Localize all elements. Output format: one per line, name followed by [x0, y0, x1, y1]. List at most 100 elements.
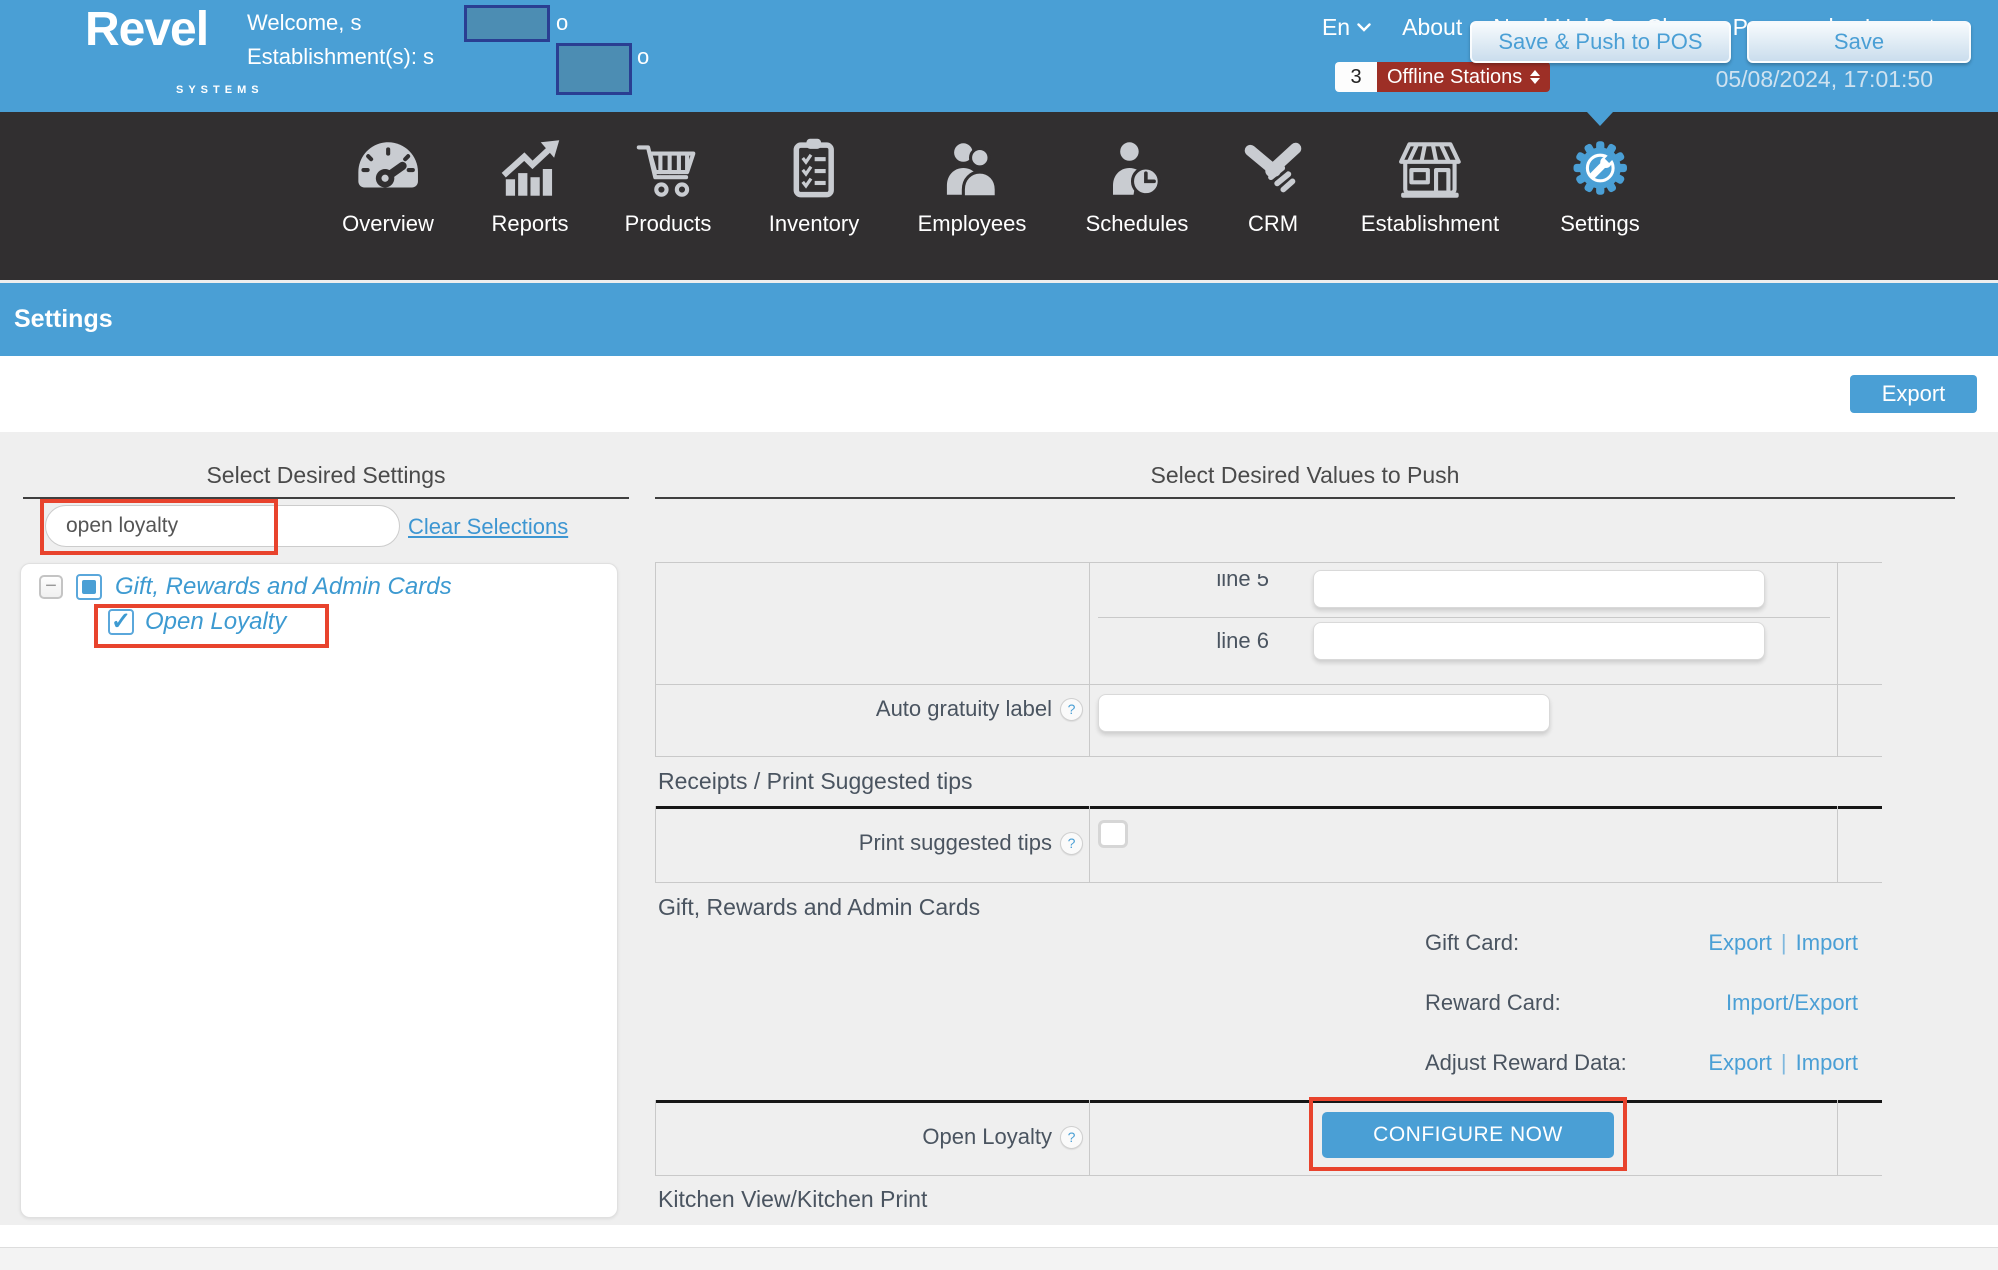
- nav-item-crm[interactable]: CRM: [1236, 128, 1310, 237]
- print-tips-checkbox[interactable]: [1098, 820, 1128, 848]
- save-push-pos-button[interactable]: Save & Push to POS: [1470, 21, 1731, 63]
- divider: [1837, 1100, 1838, 1175]
- tree-item-open-loyalty: ✓ Open Loyalty: [108, 608, 286, 636]
- line5-input[interactable]: [1313, 570, 1765, 608]
- nav-item-establishment[interactable]: Establishment: [1361, 128, 1499, 237]
- adjust-reward-row: Adjust Reward Data: Export | Import: [1425, 1048, 1858, 1078]
- language-dropdown[interactable]: En: [1322, 14, 1371, 41]
- gift-card-import-link[interactable]: Import: [1796, 930, 1858, 956]
- gift-section-header: Gift, Rewards and Admin Cards: [658, 894, 980, 921]
- kitchen-section-header: Kitchen View/Kitchen Print: [658, 1186, 927, 1213]
- divider: [655, 562, 1882, 563]
- help-icon[interactable]: ?: [1060, 1126, 1083, 1149]
- nav-item-overview[interactable]: Overview: [342, 128, 434, 237]
- storefront-icon: [1393, 128, 1467, 202]
- export-button[interactable]: Export: [1850, 375, 1977, 413]
- gift-card-row: Gift Card: Export | Import: [1425, 928, 1858, 958]
- left-panel-heading: Select Desired Settings: [23, 462, 629, 489]
- divider: [1089, 1100, 1090, 1175]
- divider: [1089, 806, 1090, 882]
- nav-item-label: Reports: [491, 211, 568, 237]
- people-icon: [935, 128, 1009, 202]
- adjust-reward-import-link[interactable]: Import: [1796, 1050, 1858, 1076]
- gift-card-label: Gift Card:: [1425, 930, 1519, 956]
- divider: [655, 756, 1882, 757]
- divider: [1098, 617, 1830, 618]
- clear-selections-link[interactable]: Clear Selections: [408, 514, 568, 540]
- section-divider: [655, 1100, 1882, 1103]
- save-button[interactable]: Save: [1747, 21, 1971, 63]
- bottom-strip: [0, 1247, 1998, 1270]
- open-loyalty-label-group: Open Loyalty ?: [655, 1124, 1083, 1150]
- settings-search-input[interactable]: [45, 505, 400, 547]
- print-tips-label: Print suggested tips: [859, 830, 1052, 856]
- tree-item-label[interactable]: Open Loyalty: [145, 608, 286, 636]
- sort-arrows-icon: [1530, 70, 1540, 84]
- gift-card-export-link[interactable]: Export: [1708, 930, 1772, 956]
- person-clock-icon: [1100, 128, 1174, 202]
- line6-input[interactable]: [1313, 622, 1765, 660]
- page-title: Settings: [14, 283, 113, 356]
- welcome-text-suffix: o: [556, 10, 568, 36]
- revel-logo[interactable]: Revel: [85, 2, 208, 57]
- divider: [1837, 562, 1838, 756]
- offline-stations-badge[interactable]: 3 Offline Stations: [1335, 62, 1550, 92]
- divider: [655, 684, 1882, 685]
- settings-content: Select Desired Settings Clear Selections…: [0, 432, 1998, 1225]
- divider: [1089, 562, 1090, 756]
- redaction-box: [464, 5, 550, 42]
- nav-item-products[interactable]: Products: [625, 128, 712, 237]
- settings-toolbar: Settings: [0, 280, 1998, 356]
- about-link[interactable]: About: [1402, 14, 1462, 41]
- offline-count: 3: [1335, 62, 1377, 92]
- nav-item-label: Schedules: [1086, 211, 1189, 237]
- establishment-text-suffix: o: [637, 44, 649, 70]
- nav-item-employees[interactable]: Employees: [918, 128, 1027, 237]
- revel-logo-subtitle: SYSTEMS: [176, 84, 264, 96]
- auto-gratuity-label: Auto gratuity label: [876, 696, 1052, 722]
- link-separator: |: [1781, 1050, 1787, 1076]
- configure-now-button[interactable]: CONFIGURE NOW: [1322, 1112, 1614, 1158]
- reward-card-import-export-link[interactable]: Import/Export: [1726, 990, 1858, 1016]
- nav-item-inventory[interactable]: Inventory: [769, 128, 860, 237]
- divider: [655, 562, 656, 756]
- divider: [1837, 806, 1838, 882]
- establishment-text: Establishment(s): s: [247, 44, 434, 70]
- print-tips-label-group: Print suggested tips ?: [655, 830, 1083, 856]
- reward-card-row: Reward Card: Import/Export: [1425, 988, 1858, 1018]
- active-tab-notch: [1587, 112, 1613, 126]
- handshake-icon: [1236, 128, 1310, 202]
- indeterminate-mark: [82, 580, 96, 594]
- shopping-cart-icon: [631, 128, 705, 202]
- chart-growth-icon: [493, 128, 567, 202]
- auto-gratuity-label-group: Auto gratuity label ?: [655, 696, 1083, 722]
- nav-item-label: CRM: [1248, 211, 1298, 237]
- line6-label: line 6: [1099, 628, 1269, 654]
- adjust-reward-export-link[interactable]: Export: [1708, 1050, 1772, 1076]
- help-icon[interactable]: ?: [1060, 698, 1083, 721]
- nav-item-label: Settings: [1560, 211, 1640, 237]
- auto-gratuity-input[interactable]: [1098, 694, 1550, 732]
- gear-wrench-icon: [1563, 128, 1637, 202]
- help-icon[interactable]: ?: [1060, 832, 1083, 855]
- datetime-text: 05/08/2024, 17:01:50: [1716, 66, 1933, 93]
- adjust-reward-label: Adjust Reward Data:: [1425, 1050, 1627, 1076]
- open-loyalty-checkbox[interactable]: ✓: [108, 609, 134, 635]
- nav-item-reports[interactable]: Reports: [491, 128, 568, 237]
- redaction-box: [556, 43, 632, 95]
- check-icon: ✓: [111, 612, 131, 632]
- divider: [655, 497, 1955, 499]
- nav-item-schedules[interactable]: Schedules: [1086, 128, 1189, 237]
- receipts-section-header: Receipts / Print Suggested tips: [658, 768, 973, 795]
- nav-item-label: Products: [625, 211, 712, 237]
- tree-item-label[interactable]: Gift, Rewards and Admin Cards: [115, 573, 452, 601]
- link-separator: |: [1781, 930, 1787, 956]
- nav-item-label: Inventory: [769, 211, 860, 237]
- gift-rewards-checkbox[interactable]: [76, 574, 102, 600]
- nav-item-label: Overview: [342, 211, 434, 237]
- clipboard-checklist-icon: [781, 128, 847, 202]
- section-divider: [655, 806, 1882, 809]
- collapse-icon[interactable]: −: [39, 575, 63, 599]
- nav-item-settings[interactable]: Settings: [1560, 128, 1640, 237]
- nav-item-label: Employees: [918, 211, 1027, 237]
